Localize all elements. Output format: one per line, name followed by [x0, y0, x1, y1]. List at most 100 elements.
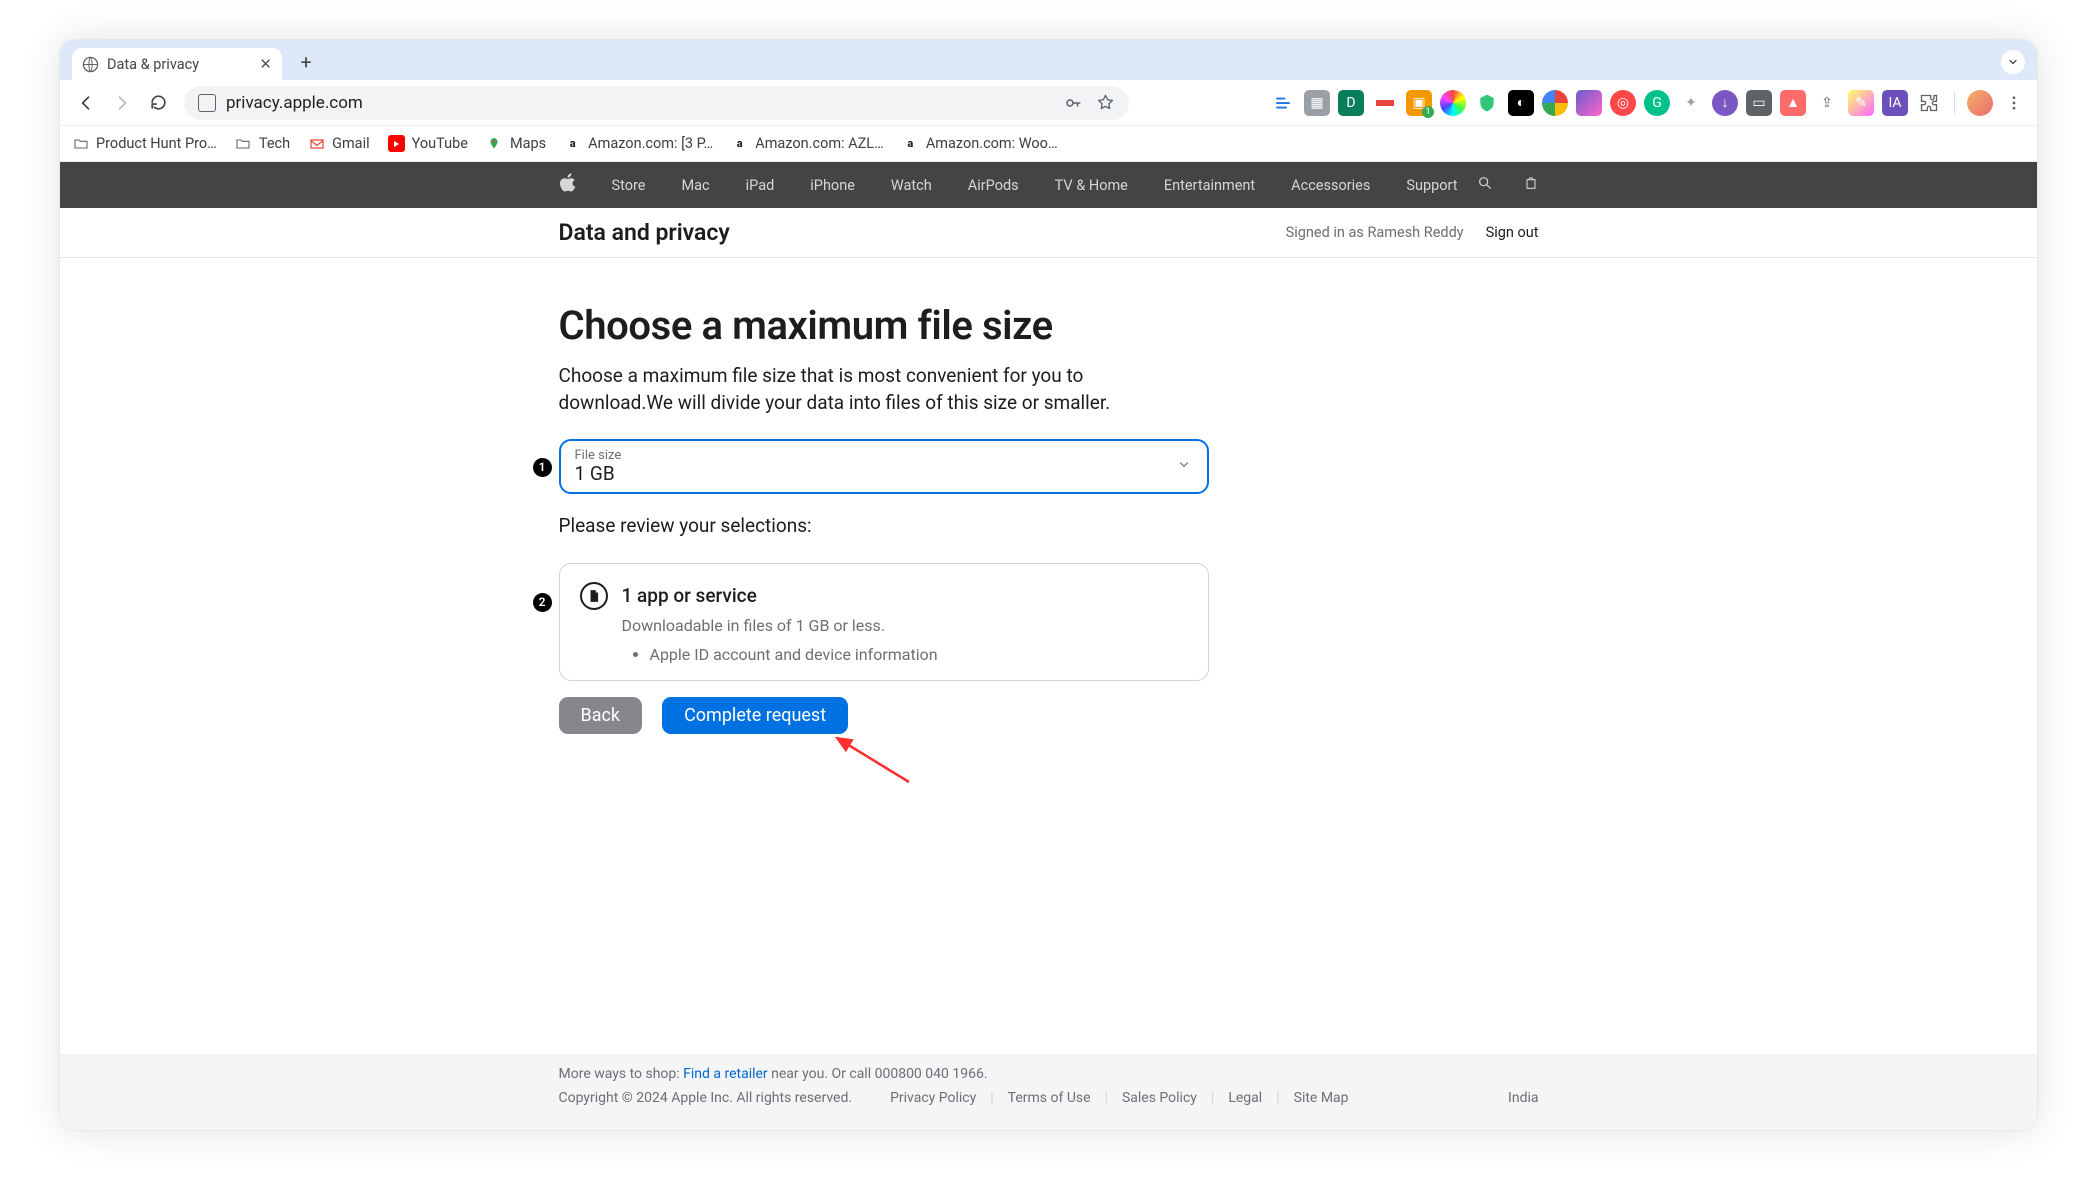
back-button[interactable]: Back [559, 697, 643, 734]
extension-icon[interactable]: ▲ [1780, 90, 1806, 116]
amazon-icon: a [731, 135, 748, 152]
youtube-icon [388, 135, 405, 152]
bookmark-item[interactable]: Product Hunt Pro… [72, 135, 217, 152]
folder-icon [72, 135, 89, 152]
nav-ipad[interactable]: iPad [746, 177, 775, 194]
extension-icon[interactable] [1270, 90, 1296, 116]
extension-icon[interactable] [1474, 90, 1500, 116]
nav-iphone[interactable]: iPhone [810, 177, 855, 194]
bookmark-item[interactable]: a Amazon.com: AZL… [731, 135, 884, 152]
profile-avatar[interactable] [1967, 90, 1993, 116]
extension-icon[interactable]: ✦ [1678, 90, 1704, 116]
nav-store[interactable]: Store [612, 177, 646, 194]
review-heading: Please review your selections: [559, 514, 1209, 537]
extensions-row: ▦ D ▣1 ◐ ◎ G ✦ ↓ ▭ ▲ ⇪ ✎ IA [1270, 90, 2027, 116]
footer-country[interactable]: India [1508, 1090, 1538, 1106]
review-card: 1 app or service Downloadable in files o… [559, 563, 1209, 681]
footer-link[interactable]: Site Map [1294, 1090, 1349, 1106]
page-footer: More ways to shop: Find a retailer near … [60, 1054, 2037, 1130]
footer-shop-pre: More ways to shop: [559, 1066, 684, 1082]
footer-link[interactable]: Legal [1228, 1090, 1262, 1106]
extension-icon[interactable]: IA [1882, 90, 1908, 116]
extension-icon[interactable]: ◐ [1508, 90, 1534, 116]
nav-watch[interactable]: Watch [891, 177, 932, 194]
extension-icon[interactable]: ✎ [1848, 90, 1874, 116]
annotation-arrow-icon [829, 732, 919, 792]
footer-shop-post: near you. Or call 000800 040 1966. [768, 1066, 988, 1082]
extension-icon[interactable]: ◎ [1610, 90, 1636, 116]
extension-icon[interactable]: ▣1 [1406, 90, 1432, 116]
annotation-badge-1: 1 [533, 458, 552, 477]
find-retailer-link[interactable]: Find a retailer [683, 1066, 768, 1082]
browser-window: Data & privacy ✕ + privacy.apple.com [60, 40, 2037, 1130]
file-size-select[interactable]: File size 1 GB [559, 439, 1209, 494]
extension-icon[interactable]: G [1644, 90, 1670, 116]
footer-link[interactable]: Terms of Use [1008, 1090, 1091, 1106]
sign-out-link[interactable]: Sign out [1486, 224, 1539, 241]
extension-icon[interactable]: ⇪ [1814, 90, 1840, 116]
url-text: privacy.apple.com [226, 93, 1054, 113]
browser-toolbar: privacy.apple.com ▦ D ▣1 ◐ ◎ G [60, 80, 2037, 126]
browser-tab[interactable]: Data & privacy ✕ [72, 48, 282, 80]
extension-icon[interactable] [1372, 90, 1398, 116]
nav-entertainment[interactable]: Entertainment [1164, 177, 1255, 194]
extension-icon[interactable]: ▭ [1746, 90, 1772, 116]
annotation-badge-2: 2 [533, 593, 552, 612]
reload-button[interactable] [142, 87, 174, 119]
local-nav-title: Data and privacy [559, 219, 730, 246]
apple-global-nav: Store Mac iPad iPhone Watch AirPods TV &… [60, 162, 2037, 208]
extension-icon[interactable]: D [1338, 90, 1364, 116]
close-icon[interactable]: ✕ [259, 55, 272, 73]
tab-title: Data & privacy [107, 56, 251, 73]
bookmark-item[interactable]: Tech [235, 135, 290, 152]
select-label: File size [575, 449, 1193, 462]
bookmark-item[interactable]: Gmail [308, 135, 370, 152]
forward-button[interactable] [106, 87, 138, 119]
folder-icon [235, 135, 252, 152]
new-tab-button[interactable]: + [292, 48, 320, 76]
footer-link[interactable]: Sales Policy [1122, 1090, 1197, 1106]
kebab-menu-icon[interactable] [2001, 90, 2027, 116]
password-key-icon[interactable] [1064, 94, 1082, 112]
address-bar[interactable]: privacy.apple.com [184, 86, 1129, 120]
select-value: 1 GB [575, 462, 1193, 487]
globe-icon [82, 56, 99, 73]
bookmark-item[interactable]: a Amazon.com: [3 P… [564, 135, 713, 152]
document-icon [580, 582, 608, 610]
search-icon[interactable] [1477, 175, 1493, 195]
tabs-dropdown-icon[interactable] [2001, 50, 2025, 74]
back-button[interactable] [70, 87, 102, 119]
separator [1954, 92, 1955, 114]
extensions-puzzle-icon[interactable] [1916, 90, 1942, 116]
extension-icon[interactable] [1440, 90, 1466, 116]
nav-airpods[interactable]: AirPods [968, 177, 1019, 194]
bookmark-item[interactable]: YouTube [388, 135, 468, 152]
site-settings-icon[interactable] [198, 94, 216, 112]
extension-icon[interactable] [1576, 90, 1602, 116]
nav-support[interactable]: Support [1406, 177, 1457, 194]
maps-icon [486, 135, 503, 152]
nav-mac[interactable]: Mac [681, 177, 709, 194]
page-lead: Choose a maximum file size that is most … [559, 363, 1169, 417]
bookmark-item[interactable]: Maps [486, 135, 546, 152]
apple-logo-icon[interactable] [559, 173, 576, 197]
extension-icon[interactable] [1542, 90, 1568, 116]
nav-accessories[interactable]: Accessories [1291, 177, 1370, 194]
complete-request-button[interactable]: Complete request [662, 697, 848, 734]
card-subtext: Downloadable in files of 1 GB or less. [622, 616, 1188, 635]
bookmark-star-icon[interactable] [1096, 93, 1115, 112]
extension-icon[interactable]: ↓ [1712, 90, 1738, 116]
extension-icon[interactable]: ▦ [1304, 90, 1330, 116]
page-title: Choose a maximum file size [559, 302, 1209, 349]
bag-icon[interactable] [1523, 174, 1539, 196]
footer-link[interactable]: Privacy Policy [890, 1090, 976, 1106]
nav-tv-home[interactable]: TV & Home [1055, 177, 1128, 194]
amazon-icon: a [902, 135, 919, 152]
copyright: Copyright © 2024 Apple Inc. All rights r… [559, 1090, 853, 1106]
gmail-icon [308, 135, 325, 152]
local-nav: Data and privacy Signed in as Ramesh Red… [60, 208, 2037, 258]
card-item: Apple ID account and device information [650, 645, 1188, 664]
bookmark-item[interactable]: a Amazon.com: Woo… [902, 135, 1058, 152]
tab-strip: Data & privacy ✕ + [60, 40, 2037, 80]
apps-count: 1 app or service [622, 584, 757, 607]
